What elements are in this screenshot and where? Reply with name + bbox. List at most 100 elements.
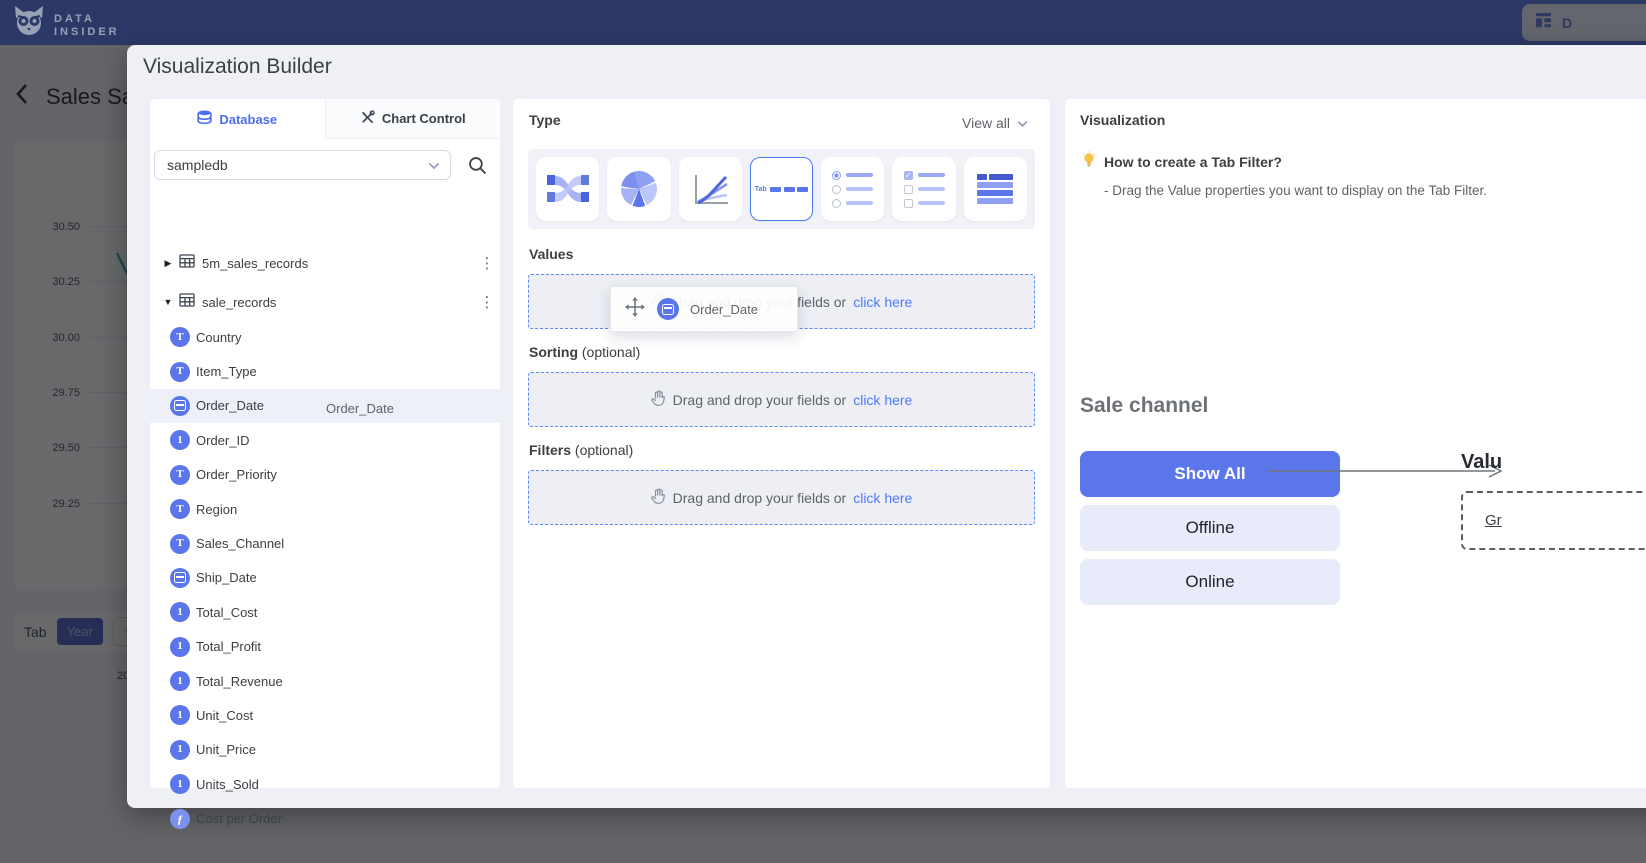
- field-row[interactable]: TRegion: [150, 492, 500, 526]
- text-field-icon: T: [170, 499, 190, 519]
- kebab-menu-icon[interactable]: ⋮: [474, 254, 500, 272]
- database-select[interactable]: sampledb: [154, 150, 451, 180]
- chevron-down-icon: [1017, 115, 1028, 131]
- field-row[interactable]: 1Total_Cost: [150, 595, 500, 629]
- field-row[interactable]: 1Units_Sold: [150, 767, 500, 801]
- lightbulb-icon: [1081, 151, 1097, 173]
- owl-logo-icon: [12, 5, 46, 46]
- click-here-link[interactable]: click here: [853, 392, 912, 408]
- number-field-icon: 1: [170, 705, 190, 725]
- tab-chart-control[interactable]: Chart Control: [325, 99, 501, 139]
- filters-dropzone[interactable]: Drag and drop your fields or click here: [528, 470, 1035, 525]
- field-row[interactable]: 1Total_Profit: [150, 630, 500, 664]
- click-here-link[interactable]: click here: [853, 294, 912, 310]
- tree-node-label: sale_records: [202, 295, 474, 310]
- field-row[interactable]: Ship_Date: [150, 561, 500, 595]
- sorting-dropzone[interactable]: Drag and drop your fields or click here: [528, 372, 1035, 427]
- field-row[interactable]: TCountry: [150, 320, 500, 354]
- database-icon: [197, 110, 212, 128]
- tab-database[interactable]: Database: [150, 99, 325, 139]
- field-row[interactable]: 1Unit_Price: [150, 733, 500, 767]
- drag-hand-icon: [651, 488, 666, 507]
- drag-ghost-order-date[interactable]: Order_Date: [610, 286, 798, 332]
- field-row[interactable]: 1Unit_Cost: [150, 698, 500, 732]
- channel-button-online[interactable]: Online: [1080, 559, 1340, 605]
- chart-type-strip: Tab ✓: [528, 149, 1035, 229]
- table-icon: [179, 293, 195, 312]
- widget-title: Sale channel: [1080, 394, 1208, 418]
- annotation-value-text: Valu: [1461, 451, 1502, 474]
- field-list: TCountry TItem_Type Order_Date 1Order_ID…: [150, 320, 500, 836]
- drag-origin-label: Order_Date: [326, 401, 394, 416]
- search-icon[interactable]: [467, 155, 488, 181]
- field-row[interactable]: 1Order_ID: [150, 423, 500, 457]
- kebab-menu-icon[interactable]: ⋮: [474, 293, 500, 311]
- database-panel: Database Chart Control sampledb: [150, 99, 500, 788]
- number-field-icon: 1: [170, 430, 190, 450]
- view-all-dropdown[interactable]: View all: [962, 115, 1028, 131]
- number-field-icon: 1: [170, 602, 190, 622]
- move-cross-icon: [624, 296, 646, 323]
- ghost-label: Order_Date: [690, 302, 758, 317]
- tab-filter-icon-text: Tab: [755, 186, 767, 193]
- field-row[interactable]: 1Total_Revenue: [150, 664, 500, 698]
- chart-type-checkbox-list[interactable]: ✓: [892, 157, 955, 221]
- date-field-icon: [170, 396, 190, 416]
- tree-node-5m-sales-records[interactable]: ▶ 5m_sales_records ⋮: [150, 249, 500, 277]
- visualization-builder-modal: Visualization Builder Database: [127, 45, 1646, 808]
- caret-down-icon[interactable]: ▼: [157, 297, 179, 307]
- visualization-panel: Visualization How to create a Tab Filter…: [1065, 99, 1646, 788]
- top-navbar: DATA INSIDER D: [0, 0, 1646, 45]
- chart-config-panel: Type View all: [513, 99, 1050, 788]
- logo-text: DATA INSIDER: [54, 13, 120, 39]
- caret-right-icon[interactable]: ▶: [157, 258, 179, 269]
- text-field-icon: T: [170, 534, 190, 554]
- layout-grid-icon: [1536, 13, 1554, 33]
- values-section-label: Values: [529, 246, 573, 262]
- tree-node-label: 5m_sales_records: [202, 256, 474, 271]
- annotation-group-dropzone[interactable]: Gr: [1461, 491, 1646, 550]
- dropzone-text: Drag and drop your fields or: [673, 392, 847, 408]
- number-field-icon: 1: [170, 637, 190, 657]
- filters-section-label: Filters (optional): [529, 442, 633, 458]
- tree-node-sale-records[interactable]: ▼ sale_records ⋮: [150, 288, 500, 316]
- number-field-icon: 1: [170, 671, 190, 691]
- chart-type-tab-filter-selected[interactable]: Tab: [750, 157, 813, 221]
- tools-icon: [360, 110, 375, 128]
- annotation-group-link[interactable]: Gr: [1485, 512, 1502, 529]
- tip-title: How to create a Tab Filter?: [1104, 154, 1282, 170]
- function-field-icon: ƒ: [170, 809, 190, 829]
- chart-type-pie[interactable]: [607, 157, 670, 221]
- chart-type-table[interactable]: [964, 157, 1027, 221]
- channel-button-offline[interactable]: Offline: [1080, 505, 1340, 551]
- sorting-section-label: Sorting (optional): [529, 344, 640, 360]
- modal-title: Visualization Builder: [143, 55, 332, 79]
- tip-body: - Drag the Value properties you want to …: [1104, 183, 1487, 198]
- date-field-icon: [170, 568, 190, 588]
- chevron-down-icon: [428, 157, 440, 173]
- text-field-icon: T: [170, 327, 190, 347]
- field-row[interactable]: TItem_Type: [150, 354, 500, 388]
- type-section-label: Type: [529, 112, 561, 128]
- text-field-icon: T: [170, 465, 190, 485]
- chart-type-radio-list[interactable]: [821, 157, 884, 221]
- view-all-label: View all: [962, 115, 1010, 131]
- database-select-value: sampledb: [167, 157, 228, 173]
- click-here-link[interactable]: click here: [853, 490, 912, 506]
- field-row-selected[interactable]: Order_Date: [150, 389, 500, 423]
- dashboard-button-label: D: [1562, 15, 1572, 31]
- number-field-icon: 1: [170, 740, 190, 760]
- drag-hand-icon: [651, 390, 666, 409]
- tab-chart-control-label: Chart Control: [382, 111, 466, 126]
- tab-database-label: Database: [219, 112, 277, 127]
- visualization-label: Visualization: [1080, 112, 1165, 128]
- dashboard-nav-button[interactable]: D: [1522, 4, 1646, 41]
- table-icon: [179, 254, 195, 273]
- text-field-icon: T: [170, 362, 190, 382]
- chart-type-sankey[interactable]: [536, 157, 599, 221]
- field-row[interactable]: ƒCost per Order: [150, 801, 500, 835]
- field-row[interactable]: TSales_Channel: [150, 526, 500, 560]
- field-row[interactable]: TOrder_Priority: [150, 458, 500, 492]
- chart-type-line[interactable]: [679, 157, 742, 221]
- dropzone-text: Drag and drop your fields or: [673, 490, 847, 506]
